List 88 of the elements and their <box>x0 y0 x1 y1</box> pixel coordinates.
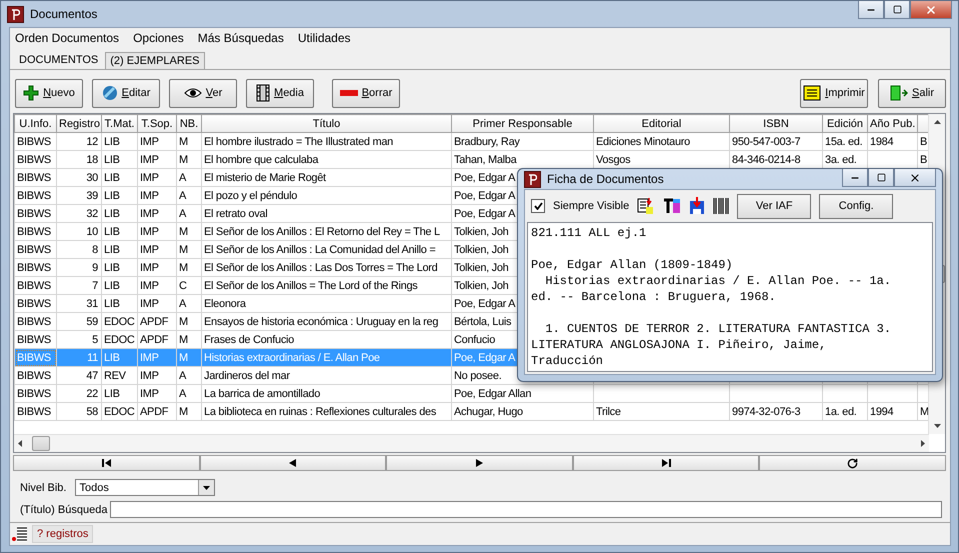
close-icon <box>909 172 921 184</box>
next-icon <box>476 459 483 467</box>
refresh-icon <box>847 458 858 468</box>
menu-item[interactable]: Orden Documentos <box>15 31 120 45</box>
column-header[interactable]: Editorial <box>594 114 730 132</box>
table-cell: 58 <box>56 402 102 420</box>
column-header[interactable]: T.Mat. <box>102 114 138 132</box>
pencil-icon <box>102 85 118 101</box>
last-icon <box>662 459 671 467</box>
table-cell: La biblioteca en ruinas : Reflexiones culturales des <box>202 402 452 420</box>
filter-label: Nivel Bib. <box>20 482 66 494</box>
column-header[interactable]: Título <box>202 114 452 132</box>
table-cell: 1994 <box>868 402 918 420</box>
scroll-down-icon[interactable] <box>934 424 940 428</box>
search-field[interactable] <box>110 501 942 518</box>
navigation-button[interactable] <box>572 455 760 471</box>
horizontal-scrollbar[interactable] <box>14 434 929 452</box>
eye-icon <box>184 87 202 99</box>
maximize-button[interactable] <box>884 1 910 19</box>
column-header[interactable]: T.Sop. <box>138 114 176 132</box>
table-cell: APDF <box>138 402 176 420</box>
tab[interactable]: (2) EJEMPLARES <box>105 52 204 69</box>
document-icon[interactable] <box>637 197 656 215</box>
navigation-button[interactable] <box>200 455 386 471</box>
maximize-icon <box>876 173 886 182</box>
toolbar-button[interactable]: Nuevo <box>15 78 83 108</box>
table-row[interactable]: BIBWS 58 EDOC APDF M La biblioteca en ruinas : Reflexiones culturales des Achugar, Hugo Trilce 9974-32-076-3 1a. ed. 1994 M <box>14 402 928 420</box>
column-header[interactable]: ISBN <box>730 114 822 132</box>
column-header[interactable]: Año Pub. <box>868 114 918 132</box>
menu-item[interactable]: Más Búsquedas <box>198 31 284 45</box>
toolbar-button[interactable]: Imprimir <box>800 78 868 108</box>
table-cell: 1a. ed. <box>822 402 868 420</box>
text-format-icon[interactable] <box>663 197 682 215</box>
toolbar-button[interactable]: Editar <box>92 78 160 108</box>
plus-icon <box>23 85 40 101</box>
column-header[interactable]: Edición <box>822 114 868 132</box>
film-icon <box>256 84 270 102</box>
dialog-button[interactable]: Ver IAF <box>737 194 812 218</box>
table-row[interactable]: BIBWS 18 LIB IMP M El hombre que calculaba Tahan, Malba Vosgos 84-346-0214-8 3a. ed. B <box>14 150 928 168</box>
close-button[interactable] <box>894 169 936 187</box>
level-dropdown[interactable]: Todos <box>75 479 216 496</box>
navigation-button[interactable] <box>13 455 200 471</box>
table-cell: Achugar, Hugo <box>452 402 594 420</box>
maximize-button[interactable] <box>868 169 894 187</box>
dropdown-arrow-icon[interactable] <box>203 486 210 490</box>
toolbar-button[interactable]: Borrar <box>332 78 400 108</box>
window-title: Documentos <box>30 7 98 21</box>
scroll-thumb[interactable] <box>32 436 50 451</box>
list-icon <box>12 526 28 542</box>
scroll-left-icon[interactable] <box>18 440 22 447</box>
app-logo <box>7 6 24 22</box>
maximize-icon <box>892 5 902 14</box>
table-row[interactable]: BIBWS 12 LIB IMP M El hombre ilustrado = The Illustrated man Bradbury, Ray Ediciones Minotauro 950-547-003-7 15a. ed. 1984 B <box>14 132 928 150</box>
dialog-button[interactable]: Config. <box>819 194 894 218</box>
column-header[interactable]: NB. <box>176 114 202 132</box>
previous-icon <box>289 459 296 467</box>
door-icon <box>890 85 908 101</box>
app-logo <box>524 170 541 188</box>
table-cell: 9974-32-076-3 <box>730 402 822 420</box>
table-cell: EDOC <box>102 402 138 420</box>
navigation-button[interactable] <box>386 455 573 471</box>
table-cell: M <box>176 402 202 420</box>
table-row[interactable]: BIBWS 22 LIB IMP A La barrica de amontillado Poe, Edgar Allan <box>14 384 928 402</box>
navigation-button[interactable] <box>759 455 946 471</box>
table-cell: Trilce <box>594 402 730 420</box>
minimize-button[interactable] <box>842 169 868 187</box>
minus-icon <box>340 90 358 96</box>
menu-item[interactable]: Utilidades <box>298 31 351 45</box>
barcode-icon[interactable] <box>713 198 730 214</box>
column-header[interactable]: Primer Responsable <box>452 114 594 132</box>
checkbox[interactable] <box>531 199 545 213</box>
menu-item[interactable]: Opciones <box>133 31 184 45</box>
search-label: (Título) Búsqueda <box>20 504 108 516</box>
record-count: ? registros <box>32 525 94 543</box>
scroll-up-icon[interactable] <box>934 120 940 124</box>
close-icon <box>925 4 937 16</box>
column-header[interactable]: Registro <box>56 114 102 132</box>
first-icon <box>102 459 111 467</box>
column-header[interactable]: U.Info. <box>14 114 56 132</box>
minimize-button[interactable] <box>858 1 884 19</box>
toolbar-button[interactable]: Media <box>246 78 314 108</box>
table-cell: BIBWS <box>14 402 56 420</box>
disk-icon[interactable] <box>689 197 706 215</box>
scroll-right-icon[interactable] <box>921 440 925 447</box>
toolbar-button[interactable]: Salir <box>878 78 946 108</box>
printer-icon <box>803 85 822 101</box>
table-cell: BIBWS <box>14 348 56 366</box>
toolbar-button[interactable]: Ver <box>169 78 237 108</box>
